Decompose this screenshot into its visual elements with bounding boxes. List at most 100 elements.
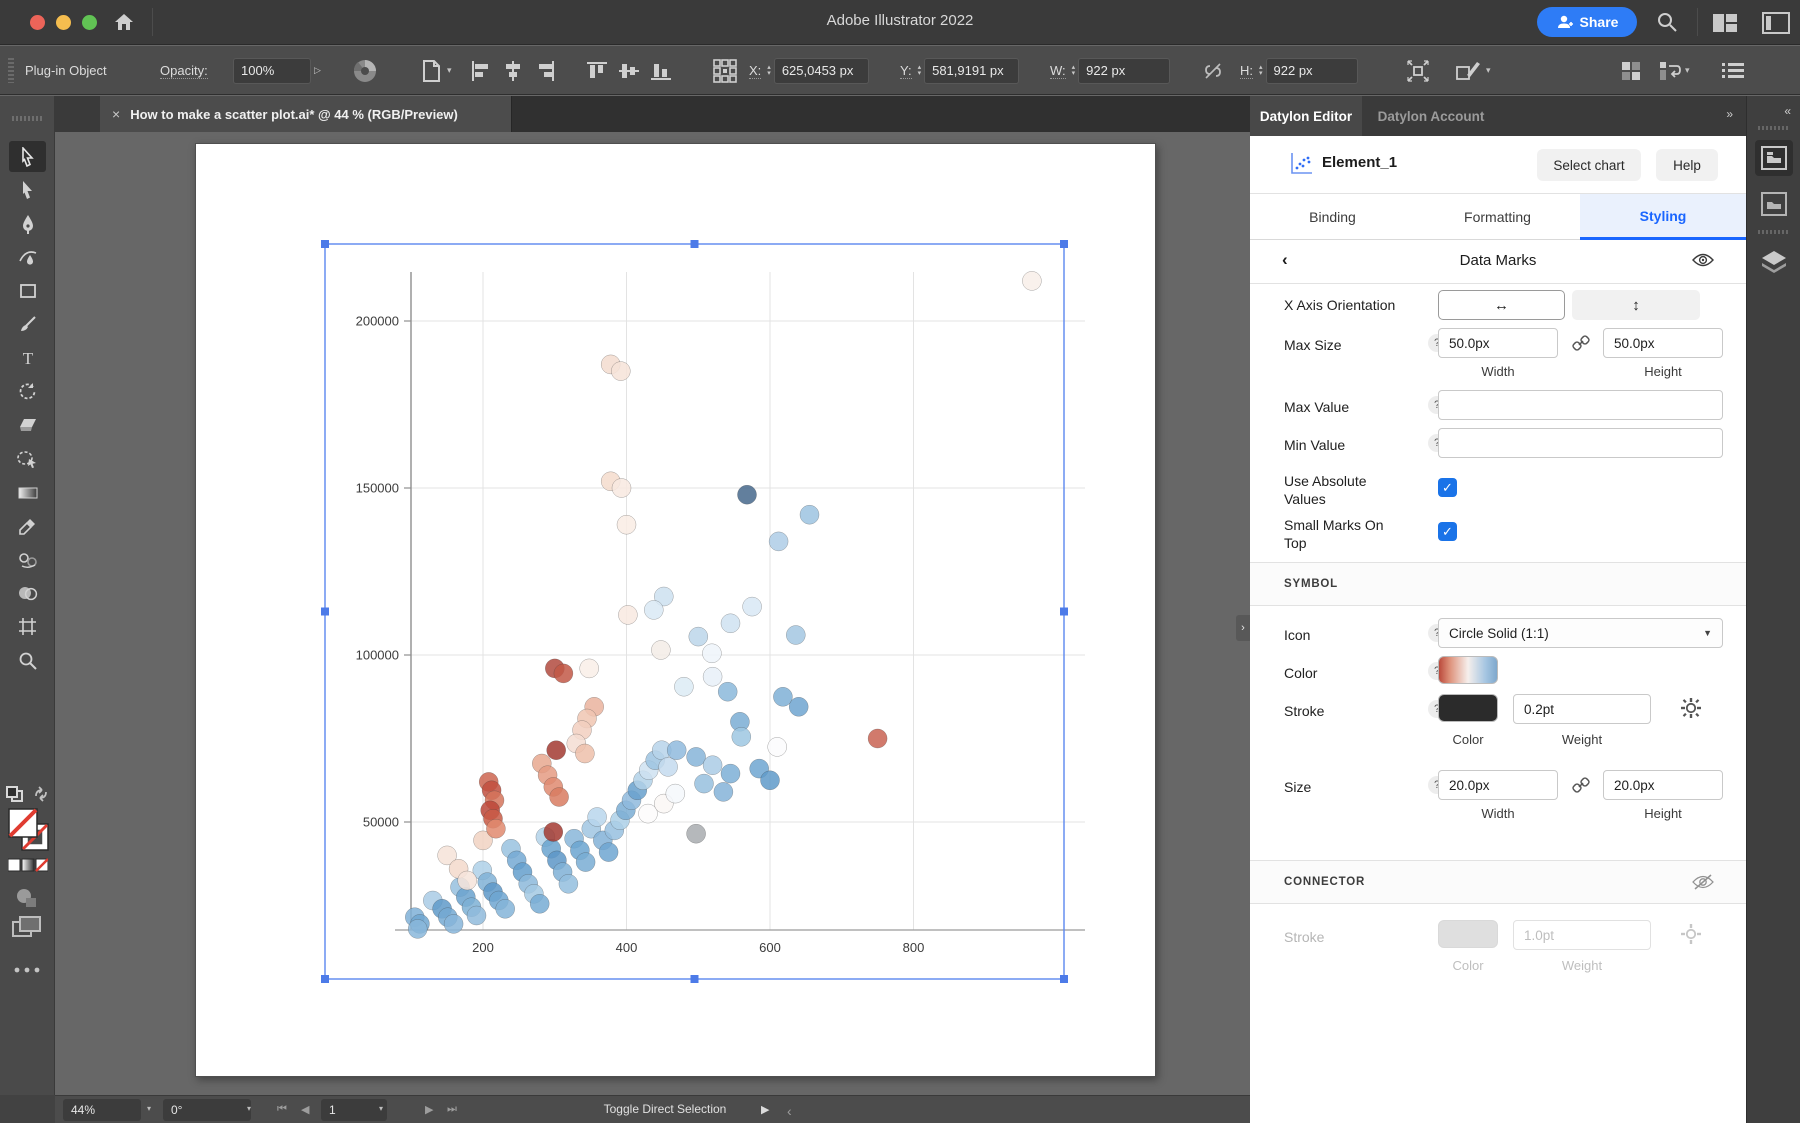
orientation-vertical-button[interactable]: ↕ [1572,290,1700,320]
eraser-tool-icon[interactable] [9,410,46,441]
snap-options-icon[interactable]: ▾ [1658,46,1690,95]
help-button[interactable]: Help [1656,149,1718,181]
rotate-tool-icon[interactable] [9,376,46,407]
unlink-dimensions-icon[interactable] [1202,46,1224,95]
toolbar-grip[interactable] [12,116,42,121]
controlbar-grip[interactable] [8,58,14,83]
close-tab-icon[interactable]: × [112,106,120,122]
link-icon[interactable] [1572,776,1590,799]
stroke-color-swatch[interactable] [1438,694,1498,722]
dock-collapse-icon[interactable]: « [1784,104,1791,118]
reference-point-icon[interactable] [712,46,738,95]
last-page-icon[interactable]: ⏭ [447,1103,458,1116]
gradient-tool-icon[interactable] [9,477,46,508]
panel-collapse-chevron[interactable]: › [1236,615,1250,641]
max-size-height-field[interactable]: 50.0px [1603,328,1723,358]
page-dropdown-icon[interactable]: ▾ [379,1104,383,1113]
visibility-off-icon[interactable] [1692,873,1714,896]
document-tab[interactable]: × How to make a scatter plot.ai* @ 44 % … [100,96,512,132]
y-stepper[interactable]: ▴ ▾ [918,64,922,77]
stroke-weight-field[interactable]: 0.2pt [1513,694,1651,724]
tab-styling[interactable]: Styling [1580,194,1746,240]
swap-fill-stroke-icon[interactable] [33,786,49,807]
connector-section-header[interactable]: CONNECTOR [1250,860,1746,904]
icon-dropdown[interactable]: Circle Solid (1:1) ▼ [1438,618,1723,648]
page-number-field[interactable]: 1 [321,1099,387,1121]
first-page-icon[interactable]: ⏮ [277,1103,288,1116]
tab-datylon-editor[interactable]: Datylon Editor [1250,96,1362,136]
link-icon[interactable] [1572,334,1590,357]
next-page-icon[interactable]: ▶ [425,1103,434,1116]
curvature-tool-icon[interactable] [9,242,46,273]
size-height-field[interactable]: 20.0px [1603,770,1723,800]
search-icon[interactable] [1655,10,1679,39]
x-stepper[interactable]: ▴ ▾ [767,64,771,77]
artboard-tool-icon[interactable] [9,611,46,642]
connector-gear-icon[interactable] [1680,923,1702,950]
select-chart-button[interactable]: Select chart [1537,149,1641,181]
menu-list-icon[interactable] [1722,46,1744,95]
status-chevron-icon[interactable]: ‹ [787,1103,793,1119]
h-stepper[interactable]: ▴ ▾ [1259,64,1263,77]
zoom-level-field[interactable]: 44% [63,1099,141,1121]
more-tools-icon[interactable] [12,962,42,980]
fill-color-control[interactable] [8,808,50,857]
dock-libraries-icon[interactable] [1755,140,1793,176]
workspace-icon[interactable] [1712,12,1738,39]
align-left-icon[interactable] [470,46,492,95]
h-label[interactable]: H: [1240,63,1253,79]
connector-stroke-swatch[interactable] [1438,920,1498,948]
y-value-field[interactable]: 581,9191 px [924,57,1020,84]
transform-icon[interactable] [1405,46,1431,95]
opacity-value-field[interactable]: 100% [233,57,311,84]
mini-fill-stroke-icon[interactable] [6,786,28,809]
w-stepper[interactable]: ▴ ▾ [1072,64,1076,77]
use-absolute-checkbox[interactable]: ✓ [1438,478,1457,497]
tab-datylon-account[interactable]: Datylon Account [1362,96,1500,136]
rotation-dropdown-icon[interactable]: ▾ [247,1104,251,1113]
connector-weight-field[interactable]: 1.0pt [1513,920,1651,950]
color-gradient-swatch[interactable] [1438,656,1498,684]
y-label[interactable]: Y: [900,63,912,79]
align-top-icon[interactable] [586,46,608,95]
zoom-dropdown-icon[interactable]: ▾ [147,1104,151,1113]
status-play-icon[interactable]: ▶ [761,1103,770,1116]
blend-tool-icon[interactable] [9,544,46,575]
pen-tool-icon[interactable] [9,208,46,239]
share-button[interactable]: Share [1537,7,1637,37]
opacity-label[interactable]: Opacity: [160,63,208,79]
draw-mode-icon[interactable] [14,886,40,915]
max-value-field[interactable] [1438,390,1723,420]
rotation-field[interactable]: 0° [163,1099,251,1121]
document-setup-icon[interactable]: ▾ [420,46,452,95]
shape-properties-icon[interactable]: ▾ [1455,46,1491,95]
selection-tool-icon[interactable] [9,141,46,172]
paintbrush-tool-icon[interactable] [9,309,46,340]
panel-layout-icon[interactable] [1762,12,1790,39]
rectangle-tool-icon[interactable] [9,275,46,306]
scatter-chart[interactable]: 50000 100000 150000 200000 200 400 600 800 [55,132,1250,1095]
x-label[interactable]: X: [749,63,762,79]
align-right-icon[interactable] [534,46,556,95]
align-bottom-icon[interactable] [650,46,672,95]
size-width-field[interactable]: 20.0px [1438,770,1558,800]
zoom-tool-icon[interactable] [9,645,46,676]
visibility-eye-icon[interactable] [1692,251,1714,274]
stroke-gear-icon[interactable] [1680,697,1702,724]
eyedropper-tool-icon[interactable] [9,511,46,542]
panel-more-icon[interactable]: » [1726,107,1733,121]
x-value-field[interactable]: 625,0453 px [773,57,869,84]
align-vcenter-icon[interactable] [618,46,640,95]
w-label[interactable]: W: [1050,63,1066,79]
tab-formatting[interactable]: Formatting [1415,194,1580,240]
dock-swatches-icon[interactable] [1755,186,1793,222]
screen-mode-icon[interactable] [12,916,42,945]
h-value-field[interactable]: 922 px [1265,57,1358,84]
opacity-stepper-icon[interactable]: ▷ [314,65,321,76]
min-value-field[interactable] [1438,428,1723,458]
max-size-width-field[interactable]: 50.0px [1438,328,1558,358]
tab-binding[interactable]: Binding [1250,194,1415,240]
orientation-horizontal-button[interactable]: ↔ [1438,290,1565,320]
prev-page-icon[interactable]: ◀ [301,1103,310,1116]
symbol-section-header[interactable]: SYMBOL [1250,562,1746,606]
